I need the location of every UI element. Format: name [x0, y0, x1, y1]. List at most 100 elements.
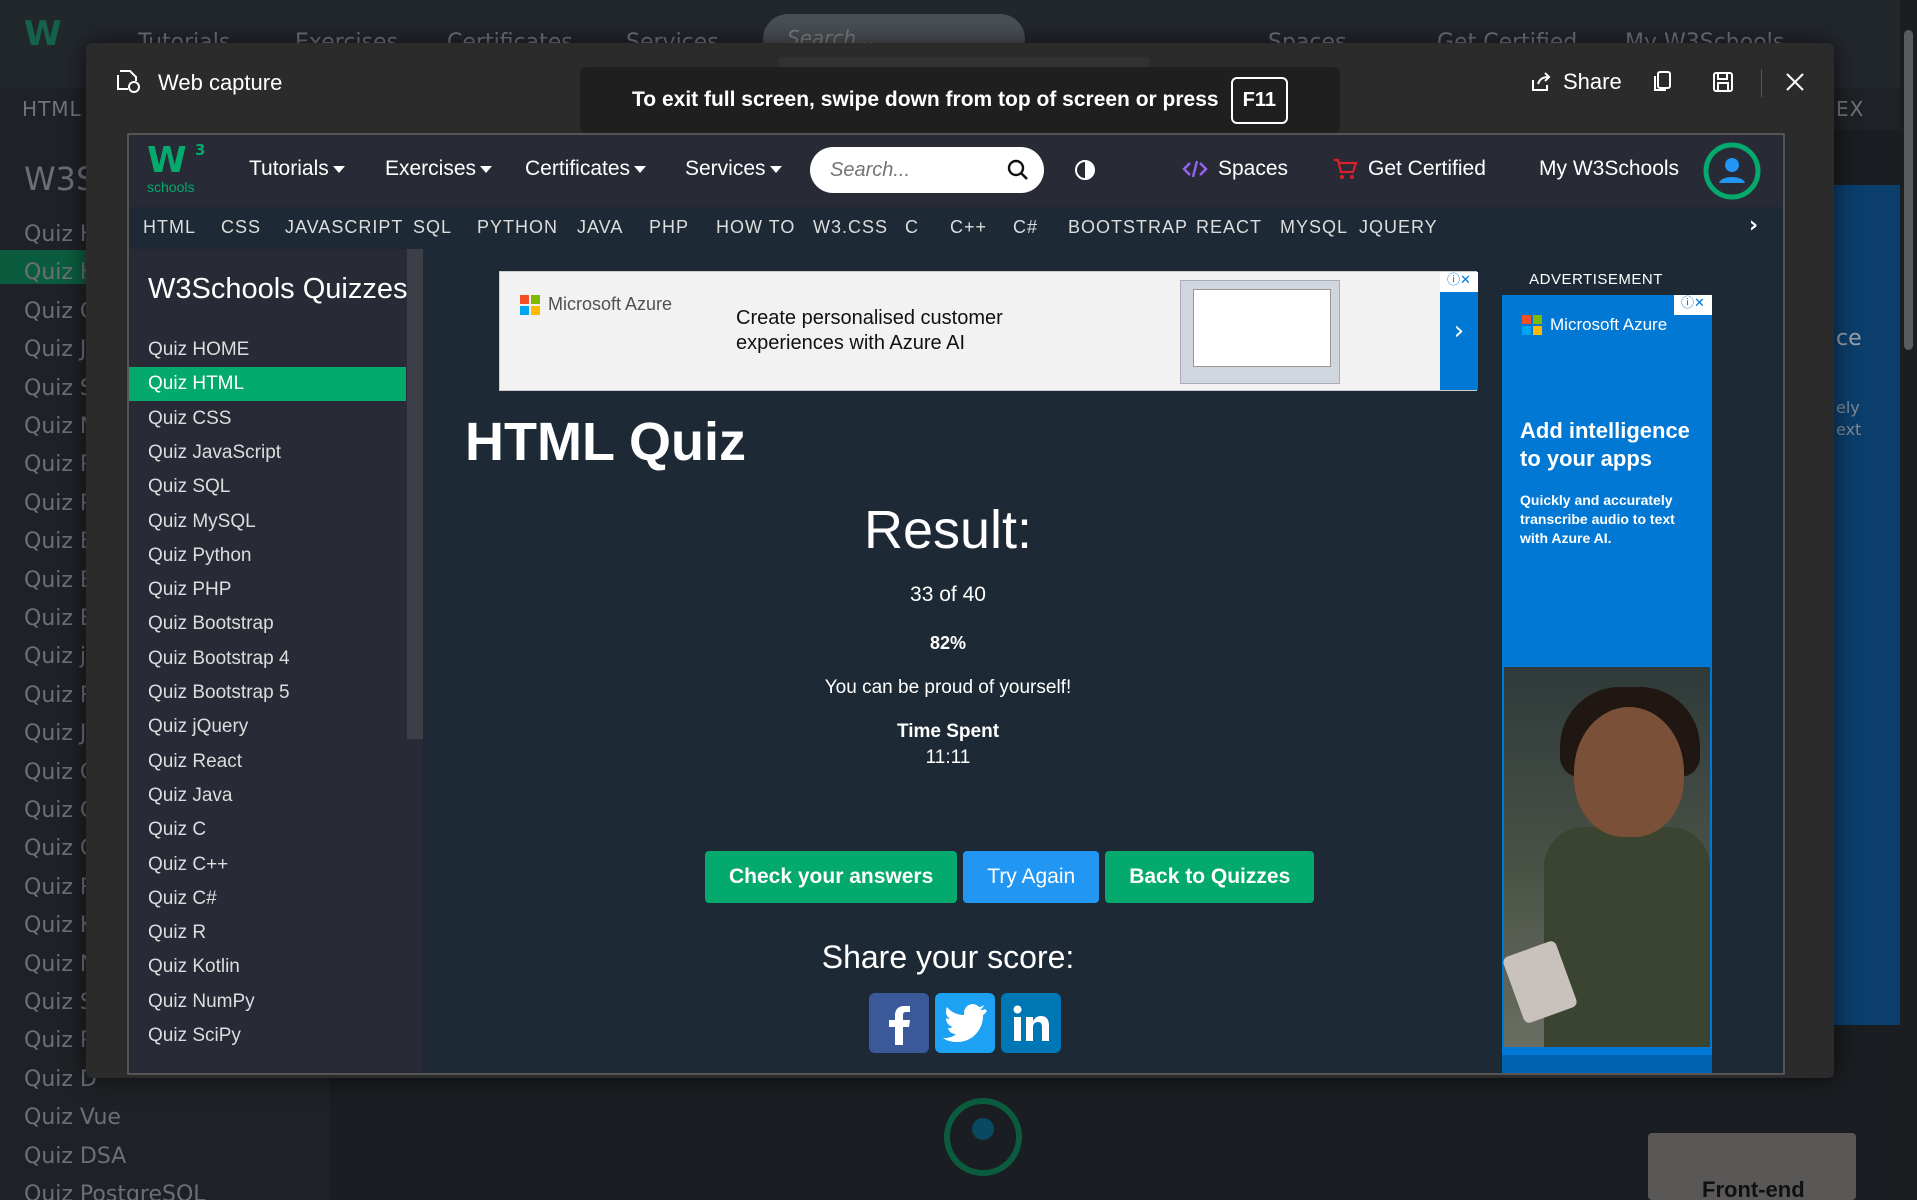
sidebar-quiz-link[interactable]: Quiz R [129, 916, 406, 950]
side-ad-info-close-icon[interactable]: ⓘ✕ [1674, 295, 1712, 315]
background-sidebar-item: Quiz C [24, 836, 96, 862]
background-sidebar-item: Quiz J [24, 337, 87, 363]
background-sidebar-item: Quiz C [24, 298, 96, 324]
sidebar-quiz-link[interactable]: Quiz C# [129, 882, 406, 916]
background-sidebar-item: Quiz PostgreSQL [24, 1182, 206, 1200]
side-ad-copy: Quickly and accurately transcribe audio … [1520, 492, 1675, 546]
share-button[interactable]: Share [1529, 63, 1622, 101]
save-button[interactable] [1706, 65, 1740, 99]
subnav-item[interactable]: JAVA [577, 217, 623, 238]
sidebar-quiz-link[interactable]: Quiz NumPy [129, 985, 406, 1019]
check-answers-button[interactable]: Check your answers [705, 851, 958, 903]
nav-tutorials-label: Tutorials [249, 157, 329, 180]
subnav-item[interactable]: C++ [950, 217, 987, 238]
get-certified-link[interactable]: Get Certified [1332, 157, 1486, 181]
subnav-item[interactable]: HTML [143, 217, 196, 238]
close-button[interactable] [1778, 65, 1812, 99]
sidebar-quiz-link[interactable]: Quiz HTML [129, 367, 406, 402]
subnav-item[interactable]: W3.CSS [813, 217, 888, 238]
sidebar-quiz-link[interactable]: Quiz MySQL [129, 505, 406, 539]
linkedin-glyph [1013, 1005, 1049, 1041]
subnav-item[interactable]: PYTHON [477, 217, 558, 238]
contrast-toggle-icon[interactable] [1074, 159, 1096, 181]
ad-info-close-icon[interactable]: ⓘ✕ [1440, 272, 1478, 292]
side-advertisement[interactable]: Microsoft Azure Add intelligence to your… [1502, 295, 1712, 1073]
subnav-item[interactable]: C [905, 217, 919, 238]
background-sidebar-item: Quiz R [24, 682, 96, 708]
background-frontend-card: Front-end [1648, 1133, 1856, 1200]
sidebar-quiz-link[interactable]: Quiz Python [129, 539, 406, 573]
spaces-link[interactable]: Spaces [1182, 157, 1288, 181]
subnav-item[interactable]: JQUERY [1359, 217, 1438, 238]
sidebar-quiz-link[interactable]: Quiz React [129, 745, 406, 779]
nav-tutorials[interactable]: Tutorials [249, 157, 345, 181]
search-input[interactable] [830, 155, 1000, 185]
sidebar-quiz-link[interactable]: Quiz HOME [129, 333, 406, 367]
person-body [1544, 827, 1710, 1047]
quiz-sidebar: W3Schools Quizzes Quiz HOME Quiz HTML Quiz… [129, 249, 423, 1073]
logo-schools: schools [147, 179, 195, 195]
sidebar-quiz-link[interactable]: Quiz SciPy [129, 1019, 406, 1053]
linkedin-icon[interactable] [1001, 993, 1061, 1053]
nav-exercises-label: Exercises [385, 157, 477, 180]
subnav-item[interactable]: REACT [1196, 217, 1262, 238]
user-avatar-icon[interactable] [1702, 141, 1762, 201]
search-box[interactable] [810, 147, 1044, 193]
sidebar-quiz-link[interactable]: Quiz C++ [129, 848, 406, 882]
sidebar-quiz-link[interactable]: Quiz CSS [129, 402, 406, 436]
background-scroll-thumb[interactable] [1904, 30, 1913, 350]
sidebar-quiz-link[interactable]: Quiz PHP [129, 573, 406, 607]
result-buttons: Check your answers Try Again Back to Qui… [705, 851, 1315, 903]
subnav-item[interactable]: CSS [221, 217, 261, 238]
sidebar-quiz-link[interactable]: Quiz jQuery [129, 710, 406, 744]
nav-services-label: Services [685, 157, 766, 180]
try-again-button[interactable]: Try Again [963, 851, 1100, 903]
sidebar-quiz-link[interactable]: Quiz Bootstrap 4 [129, 642, 406, 676]
background-sidebar-item: Quiz Vue [24, 1105, 121, 1131]
twitter-icon[interactable] [935, 993, 995, 1053]
advertisement-label: ADVERTISEMENT [1529, 271, 1663, 288]
subnav-item[interactable]: SQL [413, 217, 452, 238]
copy-icon [1654, 71, 1671, 91]
background-scrollbar[interactable] [1900, 0, 1917, 1200]
nav-exercises[interactable]: Exercises [385, 157, 493, 181]
background-sidebar-item: Quiz K [24, 913, 95, 939]
nav-certificates-label: Certificates [525, 157, 631, 180]
sidebar-quiz-link[interactable]: Quiz SQL [129, 470, 406, 504]
ad-text: Create personalised customer experiences… [736, 307, 1003, 354]
subnav-item[interactable]: PHP [649, 217, 689, 238]
search-icon[interactable] [1006, 158, 1030, 182]
w3schools-logo[interactable]: W 3 schools [147, 141, 211, 203]
share-score-title: Share your score: [821, 939, 1075, 975]
twitter-glyph [943, 1004, 987, 1042]
my-w3schools-link[interactable]: My W3Schools [1539, 157, 1679, 181]
sidebar-scrollbar[interactable] [407, 249, 423, 739]
sidebar-quiz-link[interactable]: Quiz Kotlin [129, 950, 406, 984]
sidebar-quiz-link[interactable]: Quiz Bootstrap 5 [129, 676, 406, 710]
subnav-next-arrow-icon[interactable]: › [1749, 213, 1758, 238]
subnav-item[interactable]: HOW TO [716, 217, 795, 238]
sidebar-quiz-link[interactable]: Quiz JavaScript [129, 436, 406, 470]
side-ad-cta-strip[interactable] [1502, 1055, 1712, 1073]
top-advertisement[interactable]: Microsoft Azure Create personalised cust… [499, 271, 1478, 391]
nav-certificates[interactable]: Certificates [525, 157, 647, 181]
background-subnav-html: HTML [22, 97, 82, 121]
sidebar-quiz-link[interactable]: Quiz Java [129, 779, 406, 813]
back-to-quizzes-button[interactable]: Back to Quizzes [1105, 851, 1315, 903]
sidebar-quiz-link[interactable]: Quiz Bootstrap [129, 607, 406, 641]
copy-button[interactable] [1646, 65, 1680, 99]
subnav-item[interactable]: JAVASCRIPT [285, 217, 403, 238]
time-spent-value: 11:11 [925, 747, 971, 768]
nav-services[interactable]: Services [685, 157, 782, 181]
subnav-item[interactable]: C# [1013, 217, 1038, 238]
ad-brand-label: Microsoft Azure [548, 294, 673, 314]
facebook-icon[interactable] [869, 993, 929, 1053]
background-sidebar-item: Quiz S [24, 375, 94, 401]
subnav-item[interactable]: BOOTSTRAP [1068, 217, 1188, 238]
caret-down-icon [332, 165, 345, 173]
sidebar-quiz-link[interactable]: Quiz C [129, 813, 406, 847]
subnav-item[interactable]: MYSQL [1280, 217, 1348, 238]
code-icon [1182, 160, 1208, 178]
right-advertisement-column: ADVERTISEMENT Microsoft Azure Add intell… [1496, 249, 1712, 1073]
background-subnav-ex: EX [1836, 97, 1865, 121]
